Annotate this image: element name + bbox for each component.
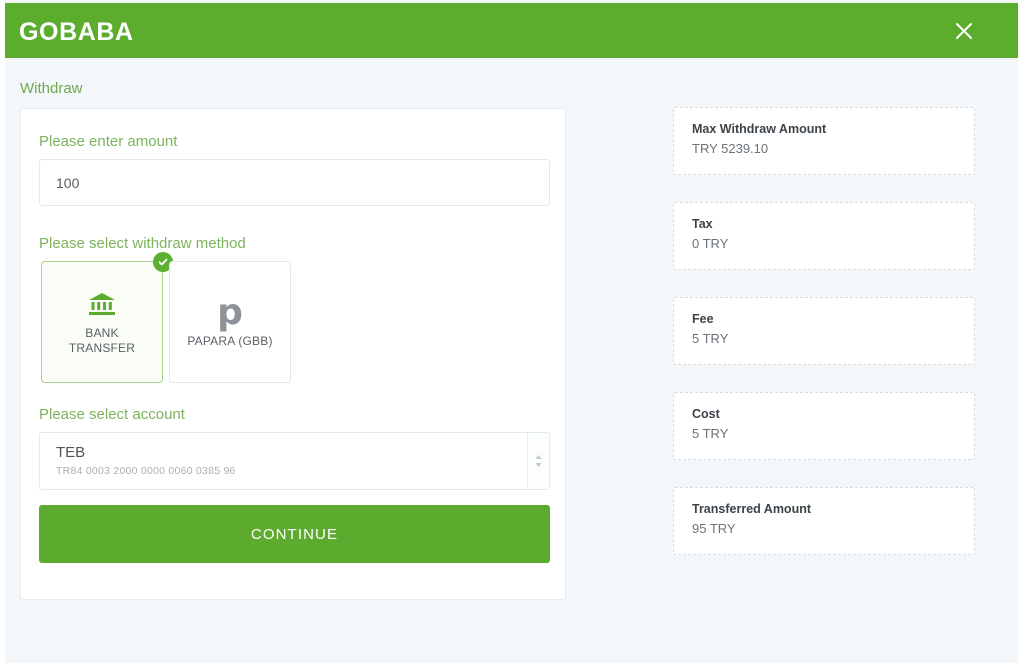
papara-p-glyph: p [217, 291, 243, 333]
summary-card-value: 95 TRY [692, 521, 736, 536]
bank-icon [88, 288, 116, 322]
select-spinner-icon[interactable] [527, 433, 549, 489]
summary-card-value: 5 TRY [692, 331, 729, 346]
summary-card-title: Cost [692, 407, 720, 421]
method-field-label: Please select withdraw method [39, 235, 246, 252]
summary-cards: Max Withdraw Amount TRY 5239.10 Tax 0 TR… [673, 107, 975, 582]
summary-card-max-withdraw-amount: Max Withdraw Amount TRY 5239.10 [673, 107, 975, 175]
brand-logo: GOBABA [19, 18, 134, 46]
amount-field-label: Please enter amount [39, 133, 178, 150]
app-header: GOBABA [5, 3, 1018, 58]
account-bank-name: TEB [56, 444, 86, 461]
papara-icon: p [217, 291, 243, 333]
breadcrumb: Withdraw [20, 80, 83, 97]
method-card-papara[interactable]: p PAPARA (GBB) [169, 261, 291, 383]
summary-card-value: 0 TRY [692, 236, 729, 251]
method-label-line2: TRANSFER [68, 341, 136, 355]
account-iban: TR84 0003 2000 0000 0060 0385 96 [56, 465, 236, 477]
summary-card-cost: Cost 5 TRY [673, 392, 975, 460]
summary-card-fee: Fee 5 TRY [673, 297, 975, 365]
account-select[interactable]: TEB TR84 0003 2000 0000 0060 0385 96 [39, 432, 550, 490]
method-label-line1: BANK [85, 326, 119, 340]
amount-input[interactable] [39, 159, 550, 206]
method-label-bank-transfer: BANK TRANSFER [69, 326, 135, 356]
summary-card-transferred-amount: Transferred Amount 95 TRY [673, 487, 975, 555]
summary-card-tax: Tax 0 TRY [673, 202, 975, 270]
summary-card-title: Tax [692, 217, 713, 231]
withdraw-modal: GOBABA Withdraw Please enter amount Plea… [0, 0, 1023, 671]
summary-card-value: 5 TRY [692, 426, 729, 441]
method-card-bank-transfer[interactable]: BANK TRANSFER [41, 252, 173, 383]
continue-button[interactable]: CONTINUE [39, 505, 550, 563]
summary-card-value: TRY 5239.10 [692, 141, 769, 156]
method-label-papara: PAPARA (GBB) [187, 333, 273, 348]
withdraw-method-group: BANK TRANSFER p PAPARA (GBB) [41, 252, 291, 383]
withdraw-form-panel: Please enter amount Please select withdr… [20, 108, 566, 600]
account-select-value: TEB TR84 0003 2000 0000 0060 0385 96 [56, 443, 236, 479]
summary-card-title: Max Withdraw Amount [692, 122, 827, 136]
account-field-label: Please select account [39, 406, 185, 423]
close-icon[interactable] [952, 19, 976, 43]
summary-card-title: Transferred Amount [692, 502, 812, 516]
summary-card-title: Fee [692, 312, 714, 326]
